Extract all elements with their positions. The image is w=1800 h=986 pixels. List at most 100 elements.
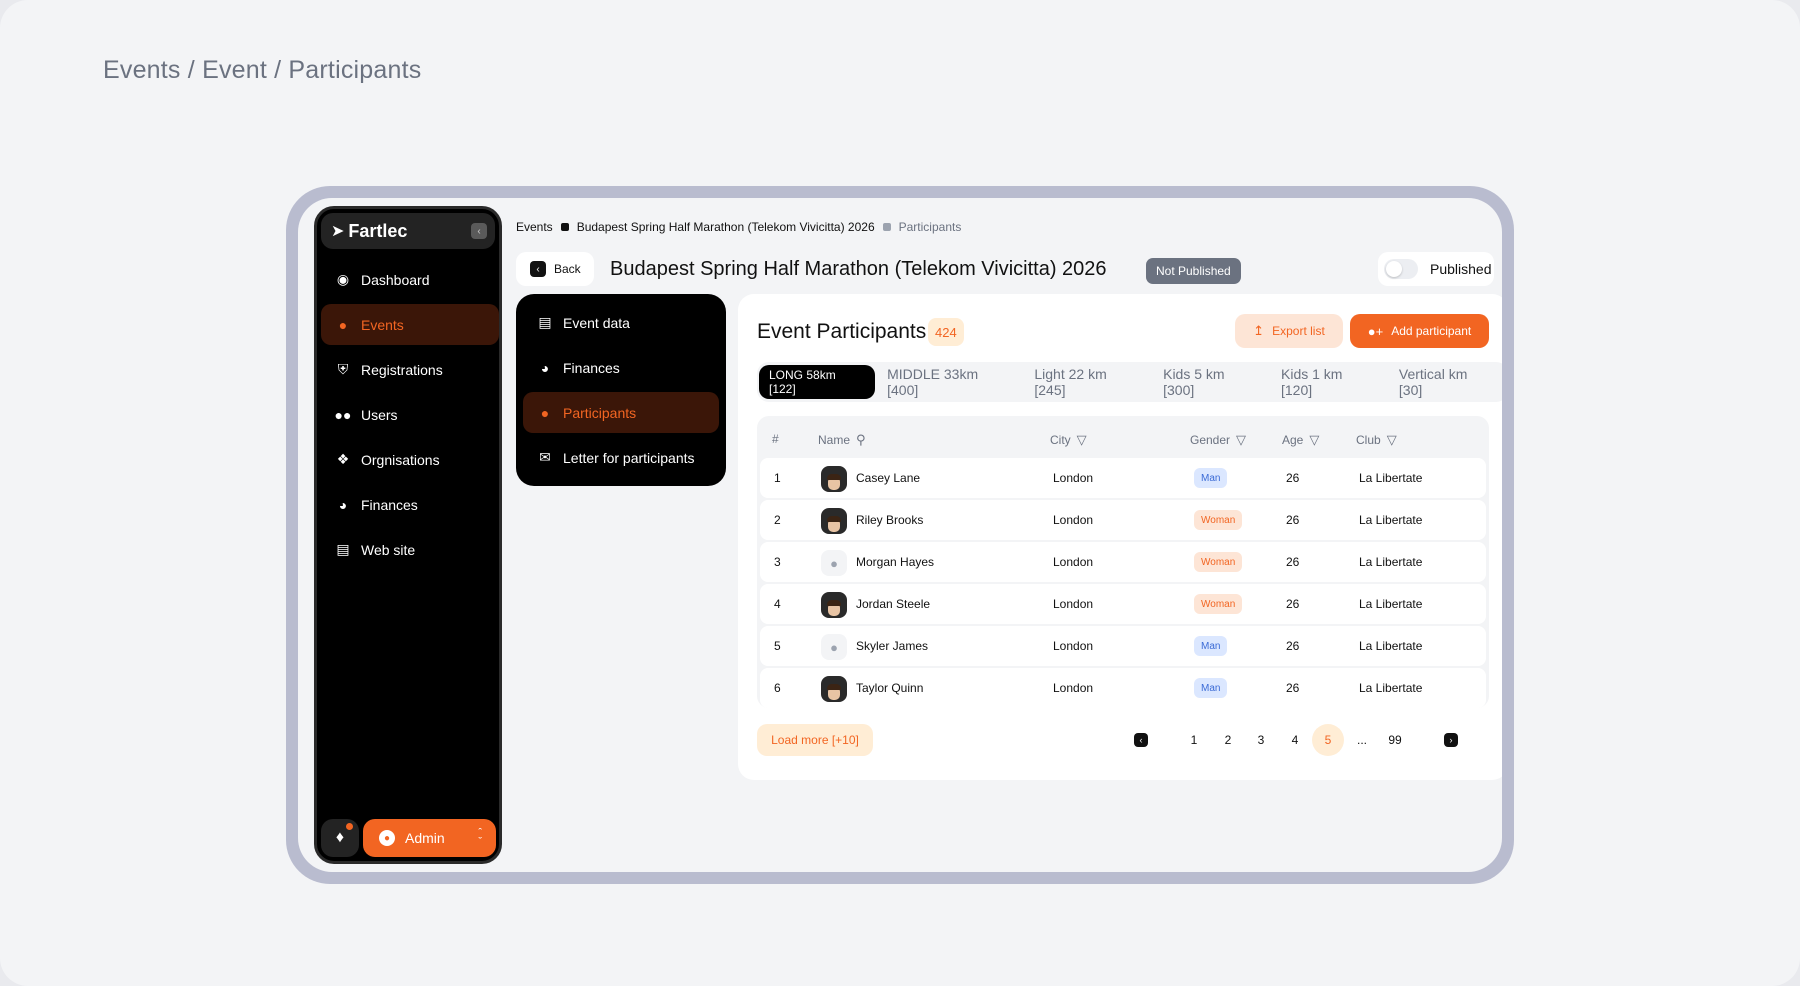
table-row[interactable]: 2 Riley Brooks London Woman 26 La Libert… — [760, 500, 1486, 540]
export-label: Export list — [1272, 324, 1325, 338]
load-more-button[interactable]: Load more [+10] — [757, 724, 873, 756]
gender-badge: Woman — [1194, 552, 1243, 572]
avatar — [821, 466, 847, 492]
chevron-right-icon[interactable]: › — [1444, 733, 1458, 747]
tab-vertical[interactable]: Vertical km [30] — [1388, 365, 1502, 399]
participant-club: La Libertate — [1359, 513, 1423, 527]
sidebar-item-label: Web site — [361, 541, 416, 558]
participant-city: London — [1053, 639, 1094, 653]
table-row[interactable]: 1 Casey Lane London Man 26 La Libertate — [760, 458, 1486, 498]
sidebar-item-web-site[interactable]: ▤ Web site — [321, 529, 499, 570]
admin-label: Admin — [405, 830, 445, 846]
column-header-club: Club ▽ — [1356, 432, 1397, 448]
page-4[interactable]: 4 — [1279, 724, 1311, 756]
page-5[interactable]: 5 — [1312, 724, 1344, 756]
users-icon: ●● — [334, 406, 352, 423]
subnav-item-finances[interactable]: ◕ Finances — [523, 347, 719, 388]
gender-badge: Man — [1194, 678, 1228, 698]
admin-account-button[interactable]: ● Admin ˆˇ — [363, 819, 496, 857]
sidebar-item-dashboard[interactable]: ◉ Dashboard — [321, 259, 499, 300]
search-icon[interactable]: ⚲ — [856, 432, 866, 448]
column-header-name: Name ⚲ — [818, 432, 866, 448]
participant-name[interactable]: Casey Lane — [856, 471, 920, 485]
row-number: 6 — [774, 681, 781, 695]
app-screen: ➤ Fartlec ‹ ◉ Dashboard ● Events ⛨ Regis… — [298, 198, 1502, 872]
participant-city: London — [1053, 471, 1094, 485]
tab-light[interactable]: Light 22 km [245] — [1024, 365, 1152, 399]
page-99[interactable]: 99 — [1379, 724, 1411, 756]
sidebar-item-label: Events — [361, 316, 404, 333]
published-label: Published — [1430, 261, 1492, 277]
sidebar-item-events[interactable]: ● Events — [321, 304, 499, 345]
sidebar-item-finances[interactable]: ◕ Finances — [321, 484, 499, 525]
collapse-sidebar-icon[interactable]: ‹ — [471, 223, 487, 239]
participant-club: La Libertate — [1359, 681, 1423, 695]
participant-city: London — [1053, 513, 1094, 527]
published-toggle[interactable]: Published — [1378, 252, 1494, 286]
participant-club: La Libertate — [1359, 639, 1423, 653]
tab-middle[interactable]: MIDDLE 33km [400] — [877, 365, 1023, 399]
page-2[interactable]: 2 — [1212, 724, 1244, 756]
participant-name[interactable]: Riley Brooks — [856, 513, 923, 527]
status-badge: Not Published — [1146, 258, 1241, 284]
chevron-left-icon[interactable]: ‹ — [1134, 733, 1148, 747]
sidebar-item-users[interactable]: ●● Users — [321, 394, 499, 435]
participant-name[interactable]: Jordan Steele — [856, 597, 930, 611]
table-row[interactable]: 6 Taylor Quinn London Man 26 La Libertat… — [760, 668, 1486, 708]
card-title: Event Participants — [757, 320, 927, 343]
sidebar-item-registrations[interactable]: ⛨ Registrations — [321, 349, 499, 390]
participant-name[interactable]: Morgan Hayes — [856, 555, 934, 569]
sidebar-item-orgnisations[interactable]: ❖ Orgnisations — [321, 439, 499, 480]
sidebar-item-label: Finances — [361, 496, 418, 513]
table-row[interactable]: 3 ● Morgan Hayes London Woman 26 La Libe… — [760, 542, 1486, 582]
participant-city: London — [1053, 597, 1094, 611]
participant-name[interactable]: Taylor Quinn — [856, 681, 923, 695]
breadcrumb-separator-icon — [882, 223, 891, 231]
row-number: 5 — [774, 639, 781, 653]
money-bag-icon: ◕ — [540, 359, 550, 376]
tab-kids-1km[interactable]: Kids 1 km [120] — [1271, 365, 1387, 399]
brand-name: Fartlec — [348, 220, 408, 241]
dashboard-icon: ◉ — [336, 271, 350, 287]
export-icon: ↥ — [1253, 323, 1265, 338]
page-3[interactable]: 3 — [1245, 724, 1277, 756]
add-participant-button[interactable]: ●+ Add participant — [1350, 314, 1489, 348]
tab-kids-5km[interactable]: Kids 5 km [300] — [1153, 365, 1269, 399]
subnav-item-participants[interactable]: ● Participants — [523, 392, 719, 433]
sidebar-nav: ◉ Dashboard ● Events ⛨ Registrations ●● … — [321, 259, 499, 574]
export-list-button[interactable]: ↥ Export list — [1235, 314, 1343, 348]
subnav-item-letter[interactable]: ✉ Letter for participants — [523, 437, 719, 478]
participant-age: 26 — [1286, 597, 1300, 611]
row-number: 2 — [774, 513, 781, 527]
participant-age: 26 — [1286, 681, 1300, 695]
column-gender-label: Gender — [1190, 433, 1231, 447]
column-city-label: City — [1050, 433, 1071, 447]
filter-icon[interactable]: ▽ — [1077, 432, 1087, 448]
filter-icon[interactable]: ▽ — [1309, 432, 1319, 448]
subnav-item-label: Event data — [563, 314, 630, 331]
subnav-item-event-data[interactable]: ▤ Event data — [523, 302, 719, 343]
participants-table: # Name ⚲ City ▽ Gender ▽ Age ▽ Club ▽ 1 … — [757, 416, 1489, 708]
column-header-num: # — [772, 432, 779, 446]
table-row[interactable]: 5 ● Skyler James London Man 26 La Libert… — [760, 626, 1486, 666]
notifications-button[interactable]: ♦ — [321, 819, 359, 857]
page-1[interactable]: 1 — [1178, 724, 1210, 756]
device-frame: ➤ Fartlec ‹ ◉ Dashboard ● Events ⛨ Regis… — [286, 186, 1514, 884]
book-icon: ▤ — [538, 314, 552, 330]
avatar-face — [827, 600, 841, 616]
breadcrumb-events[interactable]: Events — [516, 220, 553, 234]
back-button[interactable]: ‹ Back — [516, 252, 594, 286]
subnav-item-label: Letter for participants — [563, 449, 695, 466]
sidebar-item-label: Users — [361, 406, 398, 423]
table-row[interactable]: 4 Jordan Steele London Woman 26 La Liber… — [760, 584, 1486, 624]
sidebar-item-label: Dashboard — [361, 271, 430, 288]
tab-long[interactable]: LONG 58km [122] — [759, 365, 876, 399]
gender-badge: Woman — [1194, 510, 1243, 530]
back-label: Back — [554, 262, 581, 276]
filter-icon[interactable]: ▽ — [1236, 432, 1246, 448]
avatar-face — [827, 684, 841, 700]
filter-icon[interactable]: ▽ — [1387, 432, 1397, 448]
participant-name[interactable]: Skyler James — [856, 639, 928, 653]
breadcrumb-event[interactable]: Budapest Spring Half Marathon (Telekom V… — [577, 220, 875, 234]
toggle-switch[interactable] — [1384, 259, 1418, 279]
